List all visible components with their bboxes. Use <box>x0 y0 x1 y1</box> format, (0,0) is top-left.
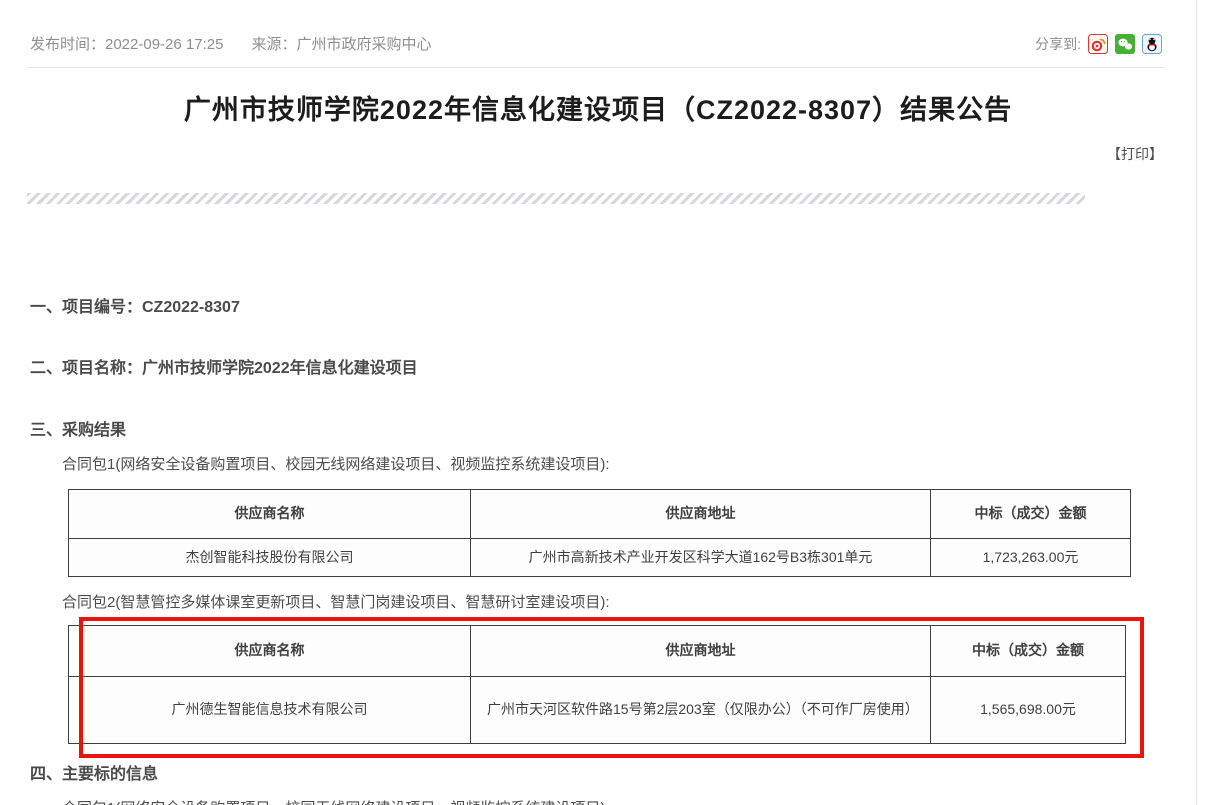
meta-bar: 发布时间：2022-09-26 17:25 来源：广州市政府采购中心 分享到: <box>30 33 1162 54</box>
table-row: 广州德生智能信息技术有限公司 广州市天河区软件路15号第2层203室（仅限办公）… <box>69 677 1126 744</box>
col-supplier-name: 供应商名称 <box>69 626 471 677</box>
col-award-amount: 中标（成交）金额 <box>931 626 1126 677</box>
col-award-amount: 中标（成交）金额 <box>931 490 1131 539</box>
print-button[interactable]: 【打印】 <box>1107 144 1163 164</box>
section-project-number: 一、项目编号：CZ2022-8307 <box>30 293 240 317</box>
section-main-subject-info: 四、主要标的信息 <box>30 760 158 784</box>
package1-intro: 合同包1(网络安全设备购置项目、校园无线网络建设项目、视频监控系统建设项目): <box>62 453 610 474</box>
table-row: 杰创智能科技股份有限公司 广州市高新技术产业开发区科学大道162号B3栋301单… <box>69 539 1131 577</box>
col-supplier-address: 供应商地址 <box>471 626 931 677</box>
wechat-share-icon[interactable] <box>1115 34 1135 54</box>
section-project-name: 二、项目名称：广州市技师学院2022年信息化建设项目 <box>30 354 418 378</box>
page-right-border <box>1196 0 1197 805</box>
share-bar: 分享到: <box>1035 34 1162 54</box>
sina-weibo-share-icon[interactable] <box>1088 34 1108 54</box>
section-procurement-result: 三、采购结果 <box>30 416 126 440</box>
table-header-row: 供应商名称 供应商地址 中标（成交）金额 <box>69 626 1126 677</box>
col-supplier-name: 供应商名称 <box>69 490 471 539</box>
supplier-name: 广州德生智能信息技术有限公司 <box>69 677 471 744</box>
package2-table: 供应商名称 供应商地址 中标（成交）金额 广州德生智能信息技术有限公司 广州市天… <box>68 625 1126 744</box>
qq-share-icon[interactable] <box>1142 34 1162 54</box>
publish-time: 发布时间：2022-09-26 17:25 <box>30 36 223 53</box>
supplier-name: 杰创智能科技股份有限公司 <box>69 539 471 577</box>
source: 来源：广州市政府采购中心 <box>251 36 431 53</box>
package1-table: 供应商名称 供应商地址 中标（成交）金额 杰创智能科技股份有限公司 广州市高新技… <box>68 489 1131 577</box>
header-divider <box>27 67 1165 68</box>
table-header-row: 供应商名称 供应商地址 中标（成交）金额 <box>69 490 1131 539</box>
bottom-clipped-line: 合同包1(网络安全设备购置项目、校园无线网络建设项目、视频监控系统建设项目): <box>62 797 610 805</box>
award-amount: 1,723,263.00元 <box>931 539 1131 577</box>
announcement-page: 发布时间：2022-09-26 17:25 来源：广州市政府采购中心 分享到: <box>0 0 1218 805</box>
meta-info: 发布时间：2022-09-26 17:25 来源：广州市政府采购中心 <box>30 33 459 54</box>
col-supplier-address: 供应商地址 <box>471 490 931 539</box>
hatched-divider <box>27 193 1085 204</box>
supplier-address: 广州市高新技术产业开发区科学大道162号B3栋301单元 <box>471 539 931 577</box>
package2-intro: 合同包2(智慧管控多媒体课室更新项目、智慧门岗建设项目、智慧研讨室建设项目): <box>62 591 610 612</box>
page-title: 广州市技师学院2022年信息化建设项目（CZ2022-8307）结果公告 <box>0 88 1196 127</box>
supplier-address: 广州市天河区软件路15号第2层203室（仅限办公）（不可作厂房使用） <box>471 677 931 744</box>
share-label: 分享到: <box>1035 34 1081 54</box>
award-amount: 1,565,698.00元 <box>931 677 1126 744</box>
